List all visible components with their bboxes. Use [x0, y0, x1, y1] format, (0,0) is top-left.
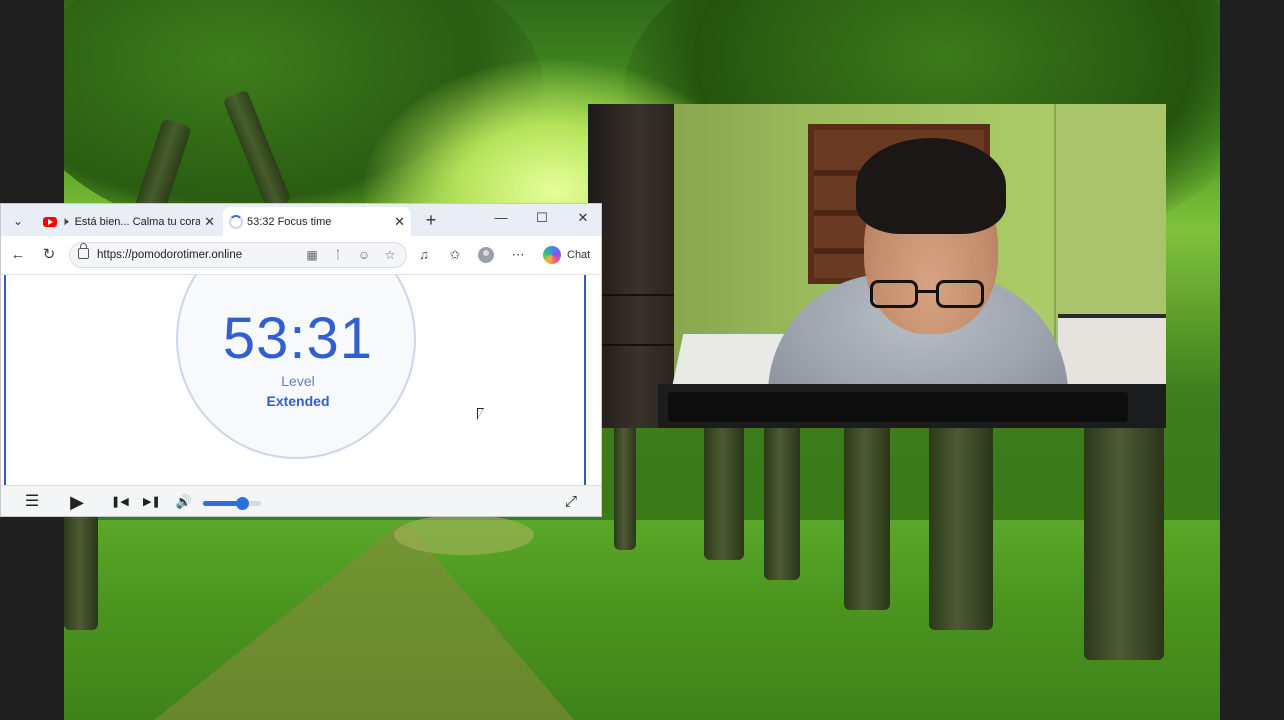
tree-trunk	[929, 400, 993, 630]
close-window-button[interactable]: ✕	[573, 210, 593, 226]
media-control-icon[interactable]: ♫	[415, 246, 433, 264]
tree-trunk	[844, 400, 890, 610]
copilot-icon	[543, 246, 561, 264]
forest-path-horizon	[394, 515, 534, 555]
glasses-lens	[936, 280, 984, 308]
timer-ring: 53:31 Level Extended	[176, 275, 416, 459]
playlist-menu-icon[interactable]: ☰	[23, 492, 41, 512]
page-border	[4, 275, 6, 485]
next-track-button[interactable]: ▶❚	[143, 492, 161, 512]
tree-trunk	[1084, 400, 1164, 660]
volume-icon[interactable]: 🔊	[175, 492, 193, 512]
person-hair	[856, 138, 1006, 234]
tab-bar: ⌄ 🕨 Está bien... Calma tu cora ✕ 53:32 F…	[1, 204, 601, 236]
volume-slider[interactable]	[203, 497, 261, 510]
copilot-label: Chat	[567, 249, 591, 261]
forest-path	[154, 520, 574, 720]
timer-display: 53:31	[222, 306, 374, 371]
page-content: 53:31 Level Extended	[1, 275, 601, 485]
play-button[interactable]: ▶	[67, 492, 87, 512]
page-border	[584, 275, 586, 485]
glasses-lens	[870, 280, 918, 308]
previous-track-button[interactable]: ❚◀	[111, 492, 129, 512]
tree-trunk	[614, 420, 636, 550]
tab-youtube[interactable]: 🕨 Está bien... Calma tu cora ✕	[37, 207, 221, 236]
minimize-button[interactable]: —	[491, 210, 511, 225]
glasses-bridge	[916, 290, 938, 293]
browser-window: ⌄ 🕨 Está bien... Calma tu cora ✕ 53:32 F…	[0, 203, 602, 517]
close-tab-icon[interactable]: ✕	[204, 214, 215, 230]
youtube-icon	[43, 215, 57, 229]
loading-spinner-icon	[229, 214, 243, 229]
level-label: Level	[281, 373, 315, 389]
favorite-star-icon[interactable]: ☆	[382, 247, 398, 263]
tab-actions-chevron-icon[interactable]: ⌄	[7, 210, 29, 232]
new-tab-button[interactable]: +	[421, 210, 441, 230]
maximize-button[interactable]: ☐	[532, 210, 552, 226]
app-available-icon[interactable]: ▦	[304, 247, 320, 263]
back-button[interactable]: ←	[8, 245, 28, 265]
address-bar: ← ↻ https://pomodorotimer.online ▦ ᛙ ☺ ☆…	[1, 236, 601, 275]
fullscreen-icon[interactable]: ⤢	[561, 492, 581, 512]
favorites-icon[interactable]: ✩	[446, 246, 464, 264]
volume-slider-handle[interactable]	[236, 497, 250, 510]
lock-icon[interactable]	[78, 243, 89, 259]
extension-icon[interactable]: ☺	[356, 247, 372, 263]
mouse-cursor-icon	[477, 408, 484, 420]
more-menu-icon[interactable]: ⋯	[509, 246, 527, 264]
tab-title: 53:32 Focus time	[247, 215, 332, 228]
glasses	[870, 280, 990, 316]
tab-title: Está bien... Calma tu cora	[74, 215, 201, 228]
level-value[interactable]: Extended	[178, 393, 418, 409]
tab-pomodoro[interactable]: 53:32 Focus time ✕	[223, 207, 411, 236]
music-player-bar: ☰ ▶ ❚◀ ▶❚ 🔊 ⤢	[1, 485, 601, 516]
reload-button[interactable]: ↻	[39, 245, 59, 265]
profile-avatar[interactable]	[477, 246, 495, 264]
url-text: https://pomodorotimer.online	[97, 249, 243, 261]
close-tab-icon[interactable]: ✕	[394, 214, 405, 230]
tree-trunk	[704, 420, 744, 560]
copilot-button[interactable]: Chat	[543, 245, 601, 265]
translate-icon[interactable]: ᛙ	[330, 247, 346, 263]
webcam-overlay	[588, 104, 1166, 428]
speaker-icon[interactable]: 🕨	[61, 214, 69, 229]
monitor-edge	[668, 392, 1128, 422]
url-field[interactable]: https://pomodorotimer.online ▦ ᛙ ☺ ☆	[69, 242, 407, 268]
